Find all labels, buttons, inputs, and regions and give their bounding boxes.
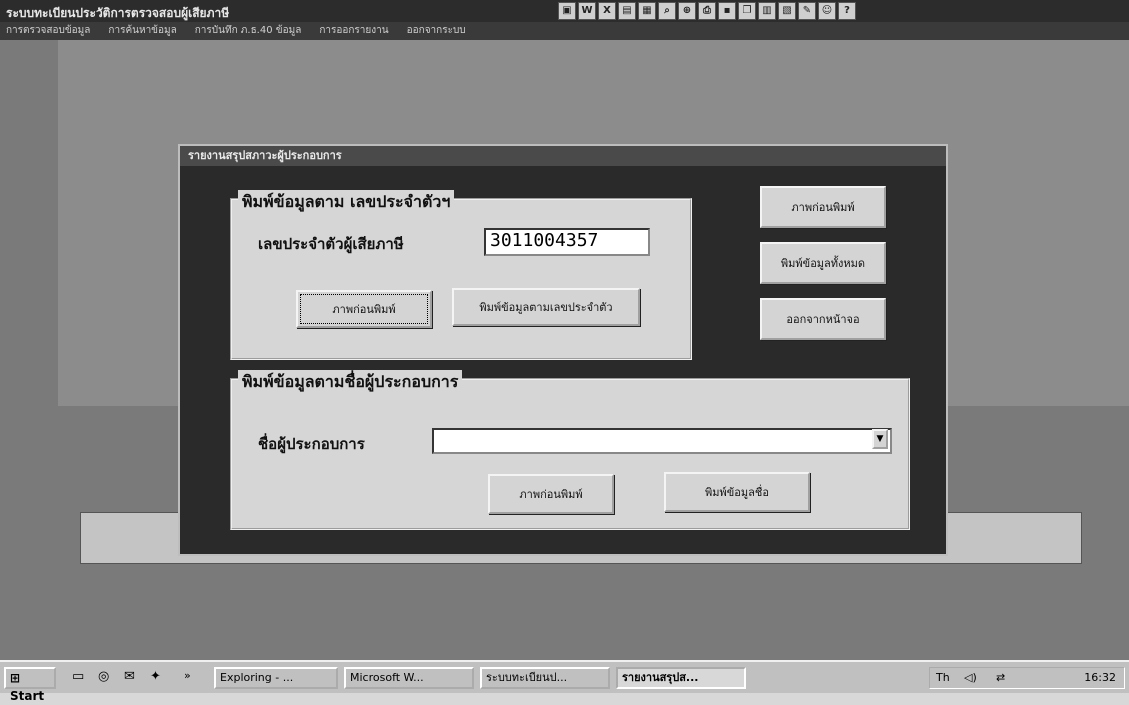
start-label: Start (10, 689, 45, 703)
operator-name-label: ชื่อผู้ประกอบการ (258, 435, 365, 453)
help-icon[interactable]: ? (838, 2, 856, 20)
taxid-input[interactable]: 3011004357 (484, 228, 650, 256)
report-icon[interactable]: ▦ (638, 2, 656, 20)
operator-name-combobox[interactable] (432, 428, 892, 454)
search-icon[interactable]: ⌕ (658, 2, 676, 20)
channel-icon[interactable]: ✦ (150, 669, 161, 684)
zoom-icon[interactable]: ⊕ (678, 2, 696, 20)
menu-item-report[interactable]: การออกรายงาน (319, 22, 388, 40)
menubar: การตรวจสอบข้อมูล การค้นหาข้อมูล การบันทึ… (0, 22, 1129, 40)
group-by-taxid: พิมพ์ข้อมูลตาม เลขประจำตัวฯ เลขประจำตัวผ… (230, 190, 692, 360)
taxid-label: เลขประจำตัวผู้เสียภาษี (258, 235, 404, 253)
save-icon[interactable]: ▪ (718, 2, 736, 20)
chevron-down-icon[interactable]: ▼ (872, 429, 888, 449)
mail-icon[interactable]: ✉ (124, 669, 135, 684)
taxid-print-button[interactable]: พิมพ์ข้อมูลตามเลขประจำตัว (452, 288, 640, 326)
desktop-icon[interactable]: ▭ (72, 669, 84, 684)
browser-icon[interactable]: ◎ (98, 669, 109, 684)
tool-icon[interactable]: ✎ (798, 2, 816, 20)
dialog-title: รายงานสรุปสภาวะผู้ประกอบการ (180, 146, 946, 166)
group-by-name-legend: พิมพ์ข้อมูลตามชื่อผู้ประกอบการ (238, 370, 463, 395)
menu-item-record[interactable]: การบันทึก ภ.ธ.40 ข้อมูล (195, 22, 302, 40)
taskbar: ⊞ Start ▭ ◎ ✉ ✦ » Exploring - ... Micros… (0, 660, 1129, 703)
toolbar: ▣ W X ▤ ▦ ⌕ ⊕ ⎙ ▪ ❐ ▥ ▧ ✎ ☺ ? (558, 2, 856, 20)
windows-logo-icon: ⊞ (10, 671, 21, 685)
menu-item-exit[interactable]: ออกจากระบบ (407, 22, 466, 40)
app-titlebar: ระบบทะเบียนประวัติการตรวจสอบผู้เสียภาษี … (0, 0, 1129, 22)
menu-item-check[interactable]: การตรวจสอบข้อมูล (6, 22, 90, 40)
language-indicator[interactable]: Th (936, 668, 950, 688)
system-tray: Th ◁) ⇄ 16:32 (929, 667, 1125, 689)
task-word[interactable]: Microsoft W... (344, 667, 474, 689)
print-icon[interactable]: ⎙ (698, 2, 716, 20)
copy-icon[interactable]: ❐ (738, 2, 756, 20)
chart-icon[interactable]: ▧ (778, 2, 796, 20)
exit-button[interactable]: ออกจากหน้าจอ (760, 298, 886, 340)
user-icon[interactable]: ☺ (818, 2, 836, 20)
excel-icon[interactable]: X (598, 2, 616, 20)
task-exploring[interactable]: Exploring - ... (214, 667, 338, 689)
group-by-taxid-legend: พิมพ์ข้อมูลตาม เลขประจำตัวฯ (238, 190, 455, 215)
name-preview-button[interactable]: ภาพก่อนพิมพ์ (488, 474, 614, 514)
report-dialog: รายงานสรุปสภาวะผู้ประกอบการ พิมพ์ข้อมูลต… (178, 144, 948, 556)
taxid-preview-button[interactable]: ภาพก่อนพิมพ์ (296, 290, 432, 328)
more-icon[interactable]: » (184, 669, 191, 682)
group-by-name: พิมพ์ข้อมูลตามชื่อผู้ประกอบการ ชื่อผู้ปร… (230, 370, 910, 530)
volume-icon[interactable]: ◁) (964, 668, 977, 688)
name-print-button[interactable]: พิมพ์ข้อมูลชื่อ (664, 472, 810, 512)
task-summary-report[interactable]: รายงานสรุปส... (616, 667, 746, 689)
word-icon[interactable]: W (578, 2, 596, 20)
network-icon[interactable]: ⇄ (996, 668, 1005, 688)
task-registration-system[interactable]: ระบบทะเบียนป... (480, 667, 610, 689)
app-title: ระบบทะเบียนประวัติการตรวจสอบผู้เสียภาษี (6, 6, 230, 20)
print-preview-icon[interactable]: ▣ (558, 2, 576, 20)
form-icon[interactable]: ▤ (618, 2, 636, 20)
clock: 16:32 (1084, 671, 1116, 684)
menu-item-search[interactable]: การค้นหาข้อมูล (108, 22, 176, 40)
start-button[interactable]: ⊞ Start (4, 667, 56, 703)
print-all-button[interactable]: พิมพ์ข้อมูลทั้งหมด (760, 242, 886, 284)
side-preview-button[interactable]: ภาพก่อนพิมพ์ (760, 186, 886, 228)
table-icon[interactable]: ▥ (758, 2, 776, 20)
